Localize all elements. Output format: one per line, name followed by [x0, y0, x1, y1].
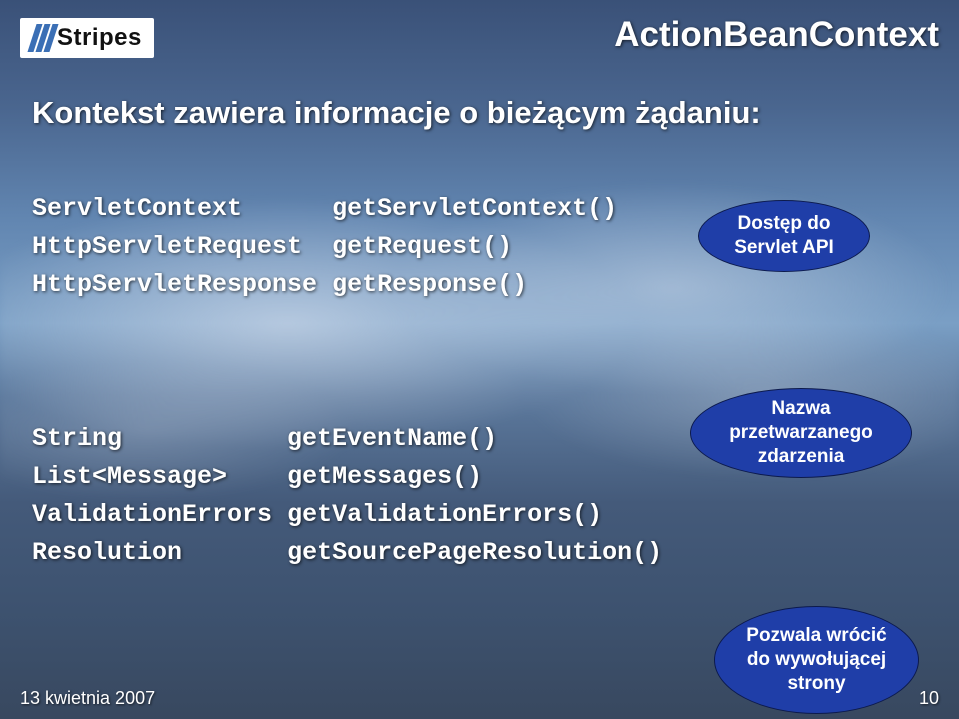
slide-title: ActionBeanContext [614, 15, 939, 55]
code-row: HttpServletRequest getRequest() [32, 228, 617, 266]
footer-date: 13 kwietnia 2007 [20, 688, 155, 709]
method-col: getRequest() [332, 232, 512, 261]
code-block-other: String getEventName() List<Message> getM… [32, 420, 662, 572]
code-block-servlet-api: ServletContext getServletContext() HttpS… [32, 190, 617, 304]
slide-subtitle: Kontekst zawiera informacje o bieżącym ż… [32, 95, 761, 131]
type-col: Resolution [32, 538, 182, 567]
callout-servlet-api: Dostęp do Servlet API [698, 200, 870, 272]
method-col: getValidationErrors() [287, 500, 602, 529]
method-col: getServletContext() [332, 194, 617, 223]
stripes-logo-text: Stripes [57, 24, 142, 52]
code-row: ServletContext getServletContext() [32, 190, 617, 228]
code-row: ValidationErrors getValidationErrors() [32, 496, 662, 534]
method-col: getEventName() [287, 424, 497, 453]
code-row: HttpServletResponse getResponse() [32, 266, 617, 304]
type-col: ServletContext [32, 194, 242, 223]
type-col: String [32, 424, 122, 453]
callout-text: Nazwa przetwarzanego zdarzenia [715, 397, 887, 468]
stripes-logo-icon [30, 24, 54, 52]
stripes-logo: Stripes [20, 18, 154, 58]
code-row: List<Message> getMessages() [32, 458, 662, 496]
method-col: getSourcePageResolution() [287, 538, 662, 567]
method-col: getResponse() [332, 270, 527, 299]
callout-event-name: Nazwa przetwarzanego zdarzenia [690, 388, 912, 478]
code-row: String getEventName() [32, 420, 662, 458]
type-col: ValidationErrors [32, 500, 272, 529]
type-col: List<Message> [32, 462, 227, 491]
callout-text: Dostęp do Servlet API [723, 212, 845, 260]
type-col: HttpServletRequest [32, 232, 302, 261]
callout-text: Pozwala wrócić do wywołującej strony [739, 624, 894, 695]
type-col: HttpServletResponse [32, 270, 317, 299]
code-row: Resolution getSourcePageResolution() [32, 534, 662, 572]
footer-page-number: 10 [919, 688, 939, 709]
callout-source-page: Pozwala wrócić do wywołującej strony [714, 606, 919, 714]
method-col: getMessages() [287, 462, 482, 491]
